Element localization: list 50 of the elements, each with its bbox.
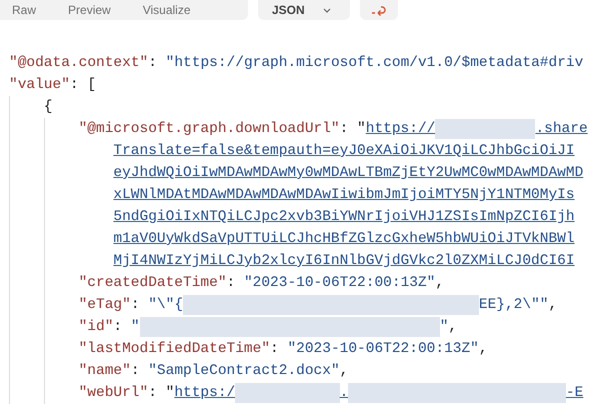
json-punctuation: , [548, 296, 558, 315]
json-key: "name" [78, 360, 131, 382]
json-punctuation: { [44, 98, 52, 117]
wrap-arrow-icon [371, 4, 387, 16]
json-key: "id" [78, 316, 114, 338]
json-string: " [440, 318, 448, 337]
json-string: "\"{ [148, 296, 184, 315]
json-string: "2023-10-06T22:00:13Z" [244, 274, 436, 293]
json-punctuation: : [270, 340, 280, 359]
json-key: "value" [9, 74, 70, 96]
json-punctuation: : " [340, 120, 366, 139]
json-string: "SampleContract2.docx" [148, 362, 340, 381]
url-link[interactable]: https:// [366, 118, 436, 140]
json-key: "createdDateTime" [78, 272, 227, 294]
wrap-button[interactable] [360, 0, 398, 20]
url-link[interactable]: 5ndGgiOiIxNTQiLCJpc2xvb3BiYWNrIjoiVHJ1ZSIsImNpZCI6Ijh [113, 206, 575, 228]
json-string: EE},2\"" [478, 296, 548, 315]
view-tab[interactable]: Raw [0, 2, 50, 18]
json-string: "2023-10-06T22:00:13Z" [287, 340, 479, 359]
json-key: "@odata.context" [9, 52, 148, 74]
url-link[interactable]: -E [566, 382, 584, 404]
json-punctuation: , [478, 340, 488, 359]
view-tab[interactable]: Preview [50, 2, 125, 18]
url-link[interactable]: https:/ [174, 382, 236, 404]
json-punctuation: : " [148, 384, 174, 403]
url-link[interactable]: .share [535, 118, 588, 140]
json-punctuation: : [130, 296, 141, 315]
url-link[interactable]: xLWNlMDAtMDAwMDAwMDAwMDAwIiwibmJmIjoiMTY5NjY1NTM0MyIs [113, 184, 575, 206]
json-punctuation: , [340, 362, 348, 381]
json-punctuation: : [130, 362, 141, 381]
format-dropdown[interactable]: JSON [258, 0, 350, 20]
url-link[interactable]: . [340, 382, 348, 404]
json-punctuation: , [448, 318, 458, 337]
view-tab[interactable]: Visualize [124, 2, 205, 18]
chevron-down-icon [322, 8, 331, 12]
json-punctuation: , [435, 274, 444, 293]
json-punctuation: : [113, 318, 124, 337]
json-key: "@microsoft.graph.downloadUrl" [78, 118, 340, 140]
url-link[interactable]: m1aV0UyWkdSaVpUTTUiLCJhcHBfZGlzcGxheW5hbWUiOiJTVkNBWl [113, 228, 575, 250]
json-punctuation: : [148, 54, 158, 73]
json-punctuation: : [226, 274, 236, 293]
json-string: "https://graph.microsoft.com/v1.0/$metadata#driv [166, 54, 584, 73]
url-link[interactable]: MjI4NWIzYjMiLCJyb2xlcyI6InNlbGVjdGVkc2l0ZXMiLCJ0dCI6I [113, 250, 575, 272]
json-string: " [130, 318, 140, 337]
url-link[interactable]: Translate=false&tempauth=eyJ0eXAiOiJKV1QiLCJhbGciOiJI [113, 140, 575, 162]
url-link[interactable]: eyJhdWQiOiIwMDAwMDAwMy0wMDAwLTBmZjEtY2UwMC0wMDAwMDAwMD [113, 162, 584, 184]
json-key: "lastModifiedDateTime" [78, 338, 270, 360]
json-punctuation: : [ [70, 76, 96, 95]
json-key: "webUrl" [78, 382, 148, 404]
json-key: "eTag" [78, 294, 131, 316]
